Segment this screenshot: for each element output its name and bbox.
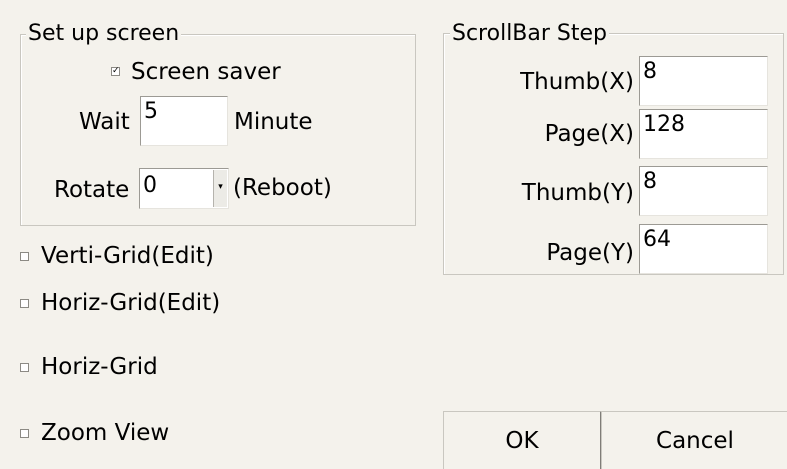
page-x-input[interactable]: 128 (639, 109, 768, 159)
thumb-y-input[interactable]: 8 (639, 166, 768, 216)
thumb-x-input[interactable]: 8 (639, 56, 768, 106)
screen-saver-label: Screen saver (131, 59, 281, 85)
thumb-y-label: Thumb(Y) (521, 180, 634, 206)
cancel-button[interactable]: Cancel (601, 411, 787, 469)
page-x-label: Page(X) (544, 121, 634, 147)
horiz-grid-edit-checkbox[interactable] (20, 299, 29, 308)
setup-screen-legend: Set up screen (26, 21, 182, 47)
horiz-grid-checkbox[interactable] (20, 363, 29, 372)
verti-grid-edit-checkbox-row[interactable]: Verti-Grid(Edit) (20, 242, 240, 270)
wait-input[interactable]: 5 (140, 96, 228, 146)
horiz-grid-edit-checkbox-row[interactable]: Horiz-Grid(Edit) (20, 289, 240, 317)
reboot-label: (Reboot) (233, 175, 332, 201)
rotate-select[interactable]: 0 ▾ (139, 168, 229, 209)
thumb-x-label: Thumb(X) (520, 69, 634, 95)
dropdown-arrow-icon[interactable]: ▾ (213, 170, 227, 207)
zoom-view-checkbox-row[interactable]: Zoom View (20, 419, 240, 447)
verti-grid-edit-checkbox[interactable] (20, 252, 29, 261)
zoom-view-checkbox[interactable] (20, 429, 29, 438)
screen-saver-checkbox[interactable]: ✓ (111, 67, 120, 76)
zoom-view-label: Zoom View (41, 420, 170, 446)
minute-label: Minute (234, 109, 313, 135)
screen-saver-checkbox-row[interactable]: ✓ Screen saver (110, 58, 290, 86)
page-y-label: Page(Y) (546, 240, 634, 266)
rotate-label: Rotate (54, 177, 130, 203)
page-y-input[interactable]: 64 (639, 224, 768, 274)
horiz-grid-edit-label: Horiz-Grid(Edit) (41, 290, 221, 316)
horiz-grid-checkbox-row[interactable]: Horiz-Grid (20, 353, 240, 381)
horiz-grid-label: Horiz-Grid (41, 354, 158, 380)
verti-grid-edit-label: Verti-Grid(Edit) (41, 243, 214, 269)
ok-button[interactable]: OK (443, 411, 602, 469)
scrollbar-step-legend: ScrollBar Step (450, 21, 610, 47)
wait-label: Wait (79, 109, 130, 135)
rotate-value: 0 (143, 173, 157, 198)
